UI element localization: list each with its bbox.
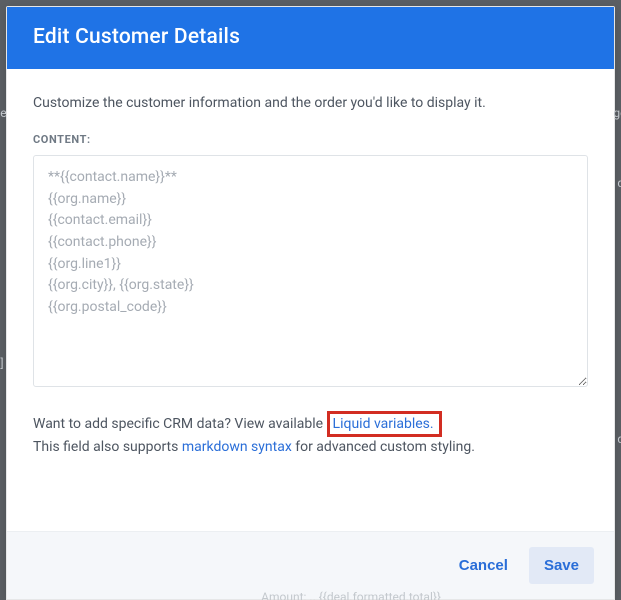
helper-text: Want to add specific CRM data? View avai… bbox=[33, 411, 588, 459]
cancel-button[interactable]: Cancel bbox=[444, 547, 523, 584]
content-textarea[interactable] bbox=[33, 155, 588, 387]
save-button[interactable]: Save bbox=[529, 547, 594, 584]
content-label: CONTENT: bbox=[33, 133, 588, 146]
modal-backdrop: ce go di e] di Amount: .. {{deal.formatt… bbox=[0, 0, 621, 600]
bg-hint: di bbox=[617, 432, 621, 446]
modal-description: Customize the customer information and t… bbox=[33, 95, 588, 111]
helper-line2-suffix: for advanced custom styling. bbox=[292, 439, 475, 455]
markdown-syntax-link[interactable]: markdown syntax bbox=[182, 439, 292, 455]
bg-hint: di bbox=[617, 176, 621, 190]
helper-line1-prefix: Want to add specific CRM data? View avai… bbox=[33, 416, 327, 432]
modal-footer: Cancel Save bbox=[7, 531, 614, 599]
modal-title: Edit Customer Details bbox=[7, 7, 614, 69]
liquid-variables-highlight: Liquid variables. bbox=[327, 411, 442, 437]
edit-customer-details-modal: Edit Customer Details Customize the cust… bbox=[6, 6, 615, 600]
liquid-variables-link[interactable]: Liquid variables. bbox=[333, 416, 434, 432]
helper-line2-prefix: This field also supports bbox=[33, 439, 182, 455]
modal-body: Customize the customer information and t… bbox=[7, 69, 614, 531]
bg-hint: e] bbox=[0, 356, 4, 370]
